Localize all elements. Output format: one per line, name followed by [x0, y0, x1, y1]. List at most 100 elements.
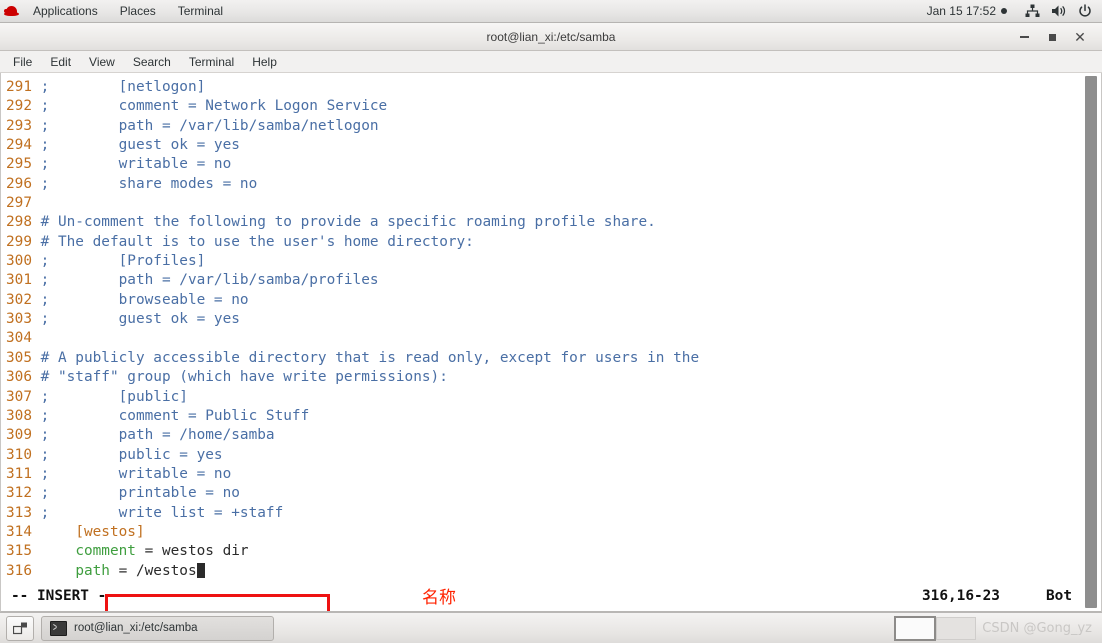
terminal-line-edited: 316 path = /westos — [6, 562, 1079, 581]
line-number: 299 — [6, 233, 41, 250]
line-number: 291 — [6, 79, 41, 95]
line-number: 297 — [6, 195, 41, 212]
config-key: path — [75, 562, 110, 579]
text-cursor — [196, 562, 206, 578]
menu-applications[interactable]: Applications — [22, 0, 109, 23]
terminal-line-edited: 314 [westos] — [6, 523, 1079, 542]
desktop-screen: Applications Places Terminal Jan 15 17:5… — [0, 0, 1102, 643]
terminal-line: 305 # A publicly accessible directory th… — [6, 349, 1079, 368]
line-number: 315 — [6, 543, 76, 560]
network-icon[interactable] — [1025, 4, 1040, 18]
menu-places[interactable]: Places — [109, 0, 167, 23]
menu-view[interactable]: View — [80, 51, 124, 73]
menu-terminal[interactable]: Terminal — [180, 51, 243, 73]
workspace-2[interactable] — [936, 616, 977, 640]
minimize-button[interactable] — [1010, 23, 1038, 51]
config-section-header: [westos] — [75, 523, 145, 540]
menu-edit[interactable]: Edit — [41, 51, 80, 73]
line-text: # Un-comment the following to provide a … — [40, 214, 656, 231]
watermark: CSDN @Gong_yz — [982, 620, 1092, 636]
terminal-scrollbar[interactable] — [1081, 74, 1100, 610]
terminal-line: 304 — [6, 329, 1079, 348]
config-value: = /westos — [109, 562, 197, 579]
terminal-line: 309 ; path = /home/samba — [6, 426, 1079, 445]
workspace-1[interactable] — [894, 615, 937, 641]
line-text: ; comment = Network Logon Service — [40, 98, 388, 115]
terminal-line: 294 ; guest ok = yes — [6, 136, 1079, 155]
terminal-line: 292 ; comment = Network Logon Service — [6, 97, 1079, 116]
line-number: 295 — [6, 156, 41, 173]
terminal-line: 301 ; path = /var/lib/samba/profiles — [6, 271, 1079, 290]
terminal-line: 310 ; public = yes — [6, 446, 1079, 465]
line-text: ; guest ok = yes — [40, 311, 240, 328]
terminal-line: 295 ; writable = no — [6, 155, 1079, 174]
line-number: 300 — [6, 253, 41, 270]
line-text: ; [Profiles] — [40, 253, 206, 270]
window-title: root@lian_xi:/etc/samba — [486, 30, 616, 44]
line-text: ; printable = no — [40, 485, 240, 502]
line-number: 292 — [6, 98, 41, 115]
line-text: ; writable = no — [40, 465, 232, 482]
terminal-line: 300 ; [Profiles] — [6, 252, 1079, 271]
terminal-line: 297 — [6, 194, 1079, 213]
clock[interactable]: Jan 15 17:52 — [927, 4, 1011, 18]
terminal-scrollbar-thumb[interactable] — [1085, 76, 1097, 608]
close-button[interactable]: ✕ — [1066, 23, 1094, 51]
annotation-labels: 名称说明绝对路径 — [422, 587, 490, 611]
vim-buffer[interactable]: 291 ; [netlogon] 292 ; comment = Network … — [6, 78, 1079, 611]
taskbar-window-button[interactable]: root@lian_xi:/etc/samba — [41, 615, 274, 641]
terminal-line-edited: 315 comment = westos dir — [6, 542, 1079, 561]
line-number: 302 — [6, 291, 41, 308]
window-controls: ✕ — [1010, 23, 1094, 51]
line-number: 296 — [6, 175, 41, 192]
config-value: = westos dir — [135, 543, 249, 560]
line-text: # The default is to use the user's home … — [40, 233, 474, 250]
terminal-line: 312 ; printable = no — [6, 484, 1079, 503]
terminal-line: 313 ; write list = +staff — [6, 504, 1079, 523]
line-text: # A publicly accessible directory that i… — [40, 349, 700, 366]
line-text: ; write list = +staff — [40, 504, 284, 521]
line-number: 303 — [6, 311, 41, 328]
line-number: 312 — [6, 485, 41, 502]
line-text: ; browseable = no — [40, 291, 249, 308]
line-number: 314 — [6, 523, 76, 540]
power-icon[interactable] — [1078, 4, 1092, 18]
terminal-line: 296 ; share modes = no — [6, 175, 1079, 194]
maximize-button[interactable] — [1038, 23, 1066, 51]
menu-search[interactable]: Search — [124, 51, 180, 73]
line-text: ; [netlogon] — [40, 79, 206, 95]
line-number: 309 — [6, 427, 41, 444]
line-text: ; guest ok = yes — [40, 137, 240, 154]
line-number: 313 — [6, 504, 41, 521]
line-number: 306 — [6, 369, 41, 386]
menu-terminal[interactable]: Terminal — [167, 0, 234, 23]
terminal-line: 303 ; guest ok = yes — [6, 310, 1079, 329]
terminal-line: 298 # Un-comment the following to provid… — [6, 213, 1079, 232]
line-number: 308 — [6, 407, 41, 424]
line-number: 294 — [6, 137, 41, 154]
taskbar-window-label: root@lian_xi:/etc/samba — [74, 622, 198, 634]
config-key: comment — [75, 543, 136, 560]
terminal-line: 302 ; browseable = no — [6, 291, 1079, 310]
menu-help[interactable]: Help — [243, 51, 286, 73]
vim-scroll-indicator: Bot — [1046, 588, 1072, 604]
line-number: 298 — [6, 214, 41, 231]
vim-mode-indicator: -- INSERT -- — [11, 588, 115, 604]
terminal-content[interactable]: 291 ; [netlogon] 292 ; comment = Network … — [0, 73, 1102, 612]
line-text: ; comment = Public Stuff — [40, 407, 310, 424]
menu-file[interactable]: File — [4, 51, 41, 73]
line-text: ; path = /var/lib/samba/profiles — [40, 272, 379, 289]
terminal-line: 311 ; writable = no — [6, 465, 1079, 484]
vim-status-line: -- INSERT -- 316,16-23 Bot — [6, 586, 1079, 606]
line-text: ; writable = no — [40, 156, 232, 173]
show-desktop-icon[interactable] — [6, 615, 34, 641]
annotation-label: 名称 — [422, 588, 456, 608]
workspace-switcher[interactable] — [894, 615, 977, 641]
terminal-line: 307 ; [public] — [6, 388, 1079, 407]
window-titlebar[interactable]: root@lian_xi:/etc/samba ✕ — [0, 23, 1102, 51]
terminal-line: 299 # The default is to use the user's h… — [6, 233, 1079, 252]
line-text: # "staff" group (which have write permis… — [40, 369, 448, 386]
line-number: 304 — [6, 330, 41, 347]
volume-icon[interactable] — [1051, 4, 1067, 18]
line-number: 307 — [6, 388, 41, 405]
